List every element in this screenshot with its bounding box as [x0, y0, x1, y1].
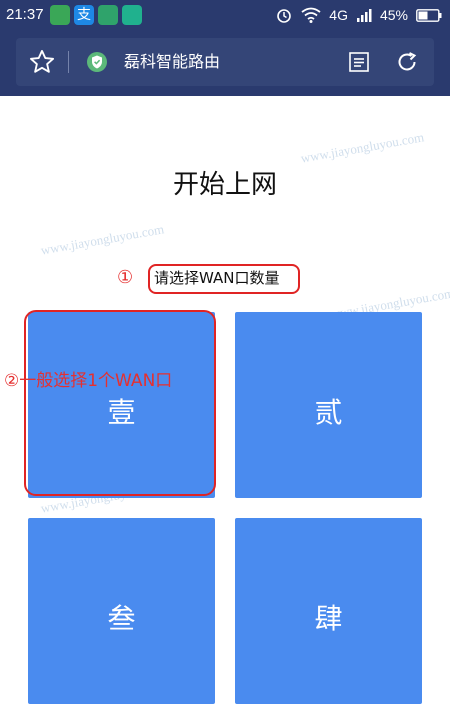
watermark: www.jiayongluyou.com: [299, 129, 426, 166]
page-title: 开始上网: [172, 170, 277, 200]
status-bar: 21:37 支 4G 45%: [0, 0, 450, 33]
address-divider: [68, 51, 69, 73]
security-shield-icon: [87, 52, 107, 72]
wifi-icon: [301, 7, 321, 23]
address-bar[interactable]: 磊科智能路由: [16, 38, 434, 86]
status-time: 21:37: [6, 6, 44, 23]
refresh-icon[interactable]: [395, 50, 419, 74]
page-url-title[interactable]: 磊科智能路由: [124, 51, 220, 73]
wan-count-prompt: 请选择WAN口数量: [154, 269, 280, 287]
wan-option-2[interactable]: 贰: [235, 312, 422, 498]
scan-app-icon: [122, 5, 142, 25]
wan-option-label: 壹: [107, 396, 136, 429]
wan-option-1[interactable]: 壹: [28, 312, 215, 498]
signal-icon: [356, 9, 372, 22]
reader-menu-icon[interactable]: [348, 51, 370, 73]
wan-option-label: 叁: [107, 602, 136, 635]
battery-percent: 45%: [379, 7, 408, 23]
wan-option-label: 肆: [314, 602, 343, 635]
step-marker-1: ①: [117, 267, 134, 288]
browser-header: 21:37 支 4G 45% 磊科智能路由: [0, 0, 450, 96]
bookmark-star-icon[interactable]: [28, 48, 56, 76]
step-annotation-2: ②一般选择1个WAN口: [4, 371, 173, 391]
wan-option-3[interactable]: 叁: [28, 518, 215, 704]
wan-option-4[interactable]: 肆: [235, 518, 422, 704]
alarm-icon: [277, 9, 292, 23]
watermark: www.jiayongluyou.com: [39, 221, 166, 258]
shield-app-icon: [98, 5, 118, 25]
alipay-icon: 支: [74, 5, 94, 25]
app-notification-icon: [50, 5, 70, 25]
wan-option-label: 贰: [314, 396, 343, 429]
battery-icon: [416, 8, 442, 22]
network-type: 4G: [329, 7, 348, 23]
